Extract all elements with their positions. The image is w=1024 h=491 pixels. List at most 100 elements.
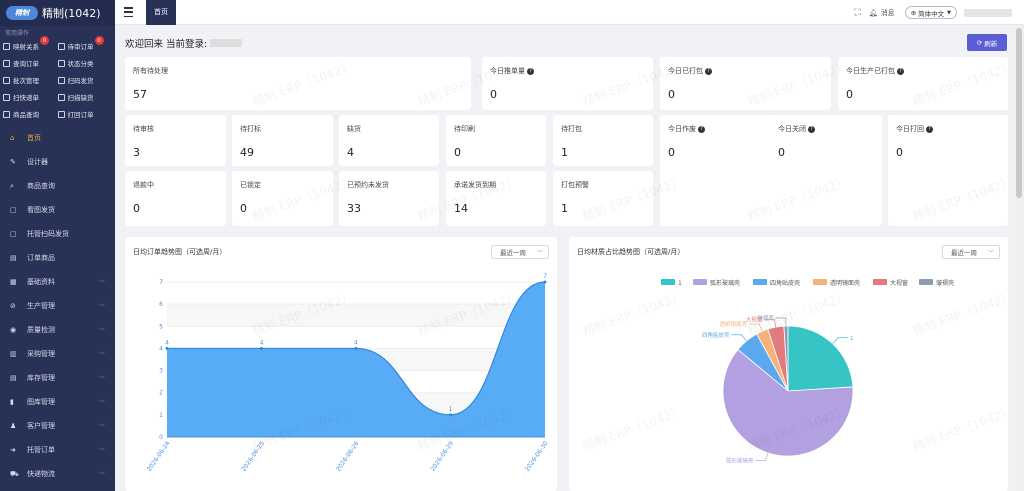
sidebar-item-label: 生产管理 (27, 302, 55, 310)
pie-slice[interactable] (787, 325, 854, 392)
stat-card[interactable]: 今日作废? 0 (660, 115, 772, 226)
help-icon[interactable]: ? (698, 125, 705, 133)
stat-label: 待印刷 (454, 124, 475, 134)
sidebar-item-9[interactable]: ▥ 采购管理 ﹀ (0, 342, 115, 366)
sidebar-item-13[interactable]: ➜ 托管订单 ﹀ (0, 438, 115, 462)
chevron-down-icon: ﹀ (98, 399, 105, 407)
sidebar-item-7[interactable]: ⊘ 生产管理 ﹀ (0, 294, 115, 318)
sidebar-item-label: 质量检测 (27, 326, 55, 334)
stat-label: 已预约未发货 (347, 180, 389, 190)
sidebar-item-8[interactable]: ◉ 质量检测 ﹀ (0, 318, 115, 342)
legend-label: 四角贴皮壳 (770, 279, 800, 287)
quick-action-icon (3, 110, 10, 118)
stat-card[interactable]: 今日推单量? 0 (482, 57, 653, 110)
quick-action-7[interactable]: 扫描缺货 (57, 90, 113, 104)
stat-card[interactable]: 退款中 0 (125, 171, 226, 226)
sidebar-item-14[interactable]: ⛟ 快递物流 ﹀ (0, 462, 115, 486)
stat-card[interactable]: 已预约未发货 33 (339, 171, 439, 226)
tab-home[interactable]: 首页 (146, 0, 176, 25)
stat-value: 0 (896, 146, 903, 159)
messages-button[interactable]: 🔔︎ 消息 (869, 8, 895, 18)
current-user (210, 39, 243, 47)
sidebar-item-1[interactable]: ✎ 设计器 (0, 150, 115, 174)
y-tick-label: 3 (159, 368, 163, 375)
fullscreen-icon[interactable]: ⛶ (854, 8, 860, 18)
legend-label: 皱褶壳 (936, 279, 954, 287)
stat-card[interactable]: 所有待处理 57 (125, 57, 471, 110)
stat-card[interactable]: 打包预警 1 (553, 171, 653, 226)
y-tick-label: 2 (159, 390, 163, 397)
quick-action-0[interactable]: 映射关系 0 (3, 36, 58, 53)
stat-card[interactable]: 缺货 4 (339, 115, 439, 166)
chevron-down-icon: ﹀ (98, 327, 105, 335)
quick-action-3[interactable]: 状态分类 (57, 56, 113, 70)
stat-card[interactable]: 待审核 3 (125, 115, 226, 166)
quick-action-1[interactable]: 待审订单 0 (57, 36, 113, 53)
stat-card[interactable]: 今日关闭? 0 (770, 115, 882, 226)
sidebar-item-10[interactable]: ▤ 库存管理 ﹀ (0, 366, 115, 390)
stat-value: 4 (347, 146, 354, 159)
quick-action-badge: 0 (94, 36, 104, 45)
stat-card[interactable]: 承诺发货到期 14 (446, 171, 546, 226)
quick-action-8[interactable]: 商品查询 (3, 107, 58, 121)
language-select[interactable]: ⊕ 简体中文 ▼ (904, 6, 957, 19)
data-point (543, 280, 547, 284)
quick-action-icon (57, 93, 65, 101)
material-ratio-chart: 1 弧形玻璃壳 四角贴皮壳 透明镜面壳 大视窗 皱褶壳1弧形玻璃壳四角贴皮壳透明镜面壳大视… (661, 279, 954, 464)
stat-card[interactable]: 待印刷 0 (446, 115, 546, 166)
sidebar-item-5[interactable]: ▤ 订单商品 (0, 246, 115, 270)
y-tick-label: 6 (159, 301, 163, 308)
help-icon[interactable]: ? (808, 125, 815, 133)
data-label: 4 (165, 339, 169, 346)
quick-action-2[interactable]: 查询订单 (3, 56, 58, 70)
quick-action-6[interactable]: 扫快递单 (3, 90, 58, 104)
quick-action-9[interactable]: 打回订单 (57, 107, 113, 121)
order-trend-panel: 日均订单趋势图（可选周/月） 最近一周 ﹀ 0 1 2 3 4 5 6 7 4 2026-06-2… (125, 237, 557, 491)
sidebar-item-11[interactable]: ▮ 图库管理 ﹀ (0, 390, 115, 414)
quick-action-icon (57, 110, 65, 118)
stat-card[interactable]: 今日打回? 0 (888, 115, 1008, 226)
chevron-down-icon: ▼ (947, 9, 951, 16)
stat-value: 0 (490, 88, 497, 101)
sidebar-item-label: 托管扫码发货 (27, 230, 69, 238)
sidebar-item-3[interactable]: ▢ 看图发货 (0, 198, 115, 222)
sidebar-item-12[interactable]: ♟ 客户管理 ﹀ (0, 414, 115, 438)
quick-action-4[interactable]: 批次管理 (3, 73, 58, 87)
refresh-button[interactable]: ⟳ 刷新 (967, 34, 1007, 51)
logo[interactable]: 精制 精制(1042) (0, 0, 115, 26)
help-icon[interactable]: ? (926, 125, 933, 133)
sidebar-item-label: 采购管理 (27, 350, 55, 358)
pie-label: 皱褶壳 (757, 314, 774, 322)
stat-label-text: 退款中 (133, 181, 154, 189)
menu-icon: ⌕ (10, 182, 14, 190)
stat-card[interactable]: 今日已打包? 0 (660, 57, 831, 110)
sidebar-item-0[interactable]: ⌂ 首页 (0, 126, 115, 150)
sidebar-item-label: 托管订单 (27, 446, 55, 454)
stat-label-text: 待审核 (133, 125, 154, 133)
scrollbar-thumb[interactable] (1016, 28, 1022, 198)
legend-label: 透明镜面壳 (830, 279, 860, 287)
sidebar-item-6[interactable]: ▦ 基础资料 ﹀ (0, 270, 115, 294)
stat-card[interactable]: 待打包 1 (553, 115, 653, 166)
sidebar-item-4[interactable]: ▢ 托管扫码发货 (0, 222, 115, 246)
stat-value: 0 (668, 88, 675, 101)
sidebar-item-label: 快递物流 (27, 470, 55, 478)
sidebar-item-2[interactable]: ⌕ 商品查询 (0, 174, 115, 198)
y-tick-label: 7 (159, 279, 163, 286)
help-icon[interactable]: ? (897, 67, 904, 75)
quick-action-icon (57, 59, 65, 67)
sidebar-item-label: 图库管理 (27, 398, 55, 406)
stat-card[interactable]: 今日生产已打包? 0 (838, 57, 1008, 110)
legend-swatch (873, 279, 887, 285)
user-name[interactable] (964, 8, 1012, 17)
stat-card[interactable]: 待打标 49 (232, 115, 333, 166)
stat-value: 0 (240, 202, 247, 215)
stat-card[interactable]: 已锁定 0 (232, 171, 333, 226)
y-tick-label: 1 (159, 412, 163, 419)
stat-label-text: 待打包 (561, 125, 582, 133)
help-icon[interactable]: ? (705, 67, 712, 75)
menu-toggle-icon[interactable] (124, 7, 138, 17)
stat-label: 承诺发货到期 (454, 180, 496, 190)
quick-action-5[interactable]: 扫码发货 (57, 73, 113, 87)
help-icon[interactable]: ? (527, 67, 534, 75)
